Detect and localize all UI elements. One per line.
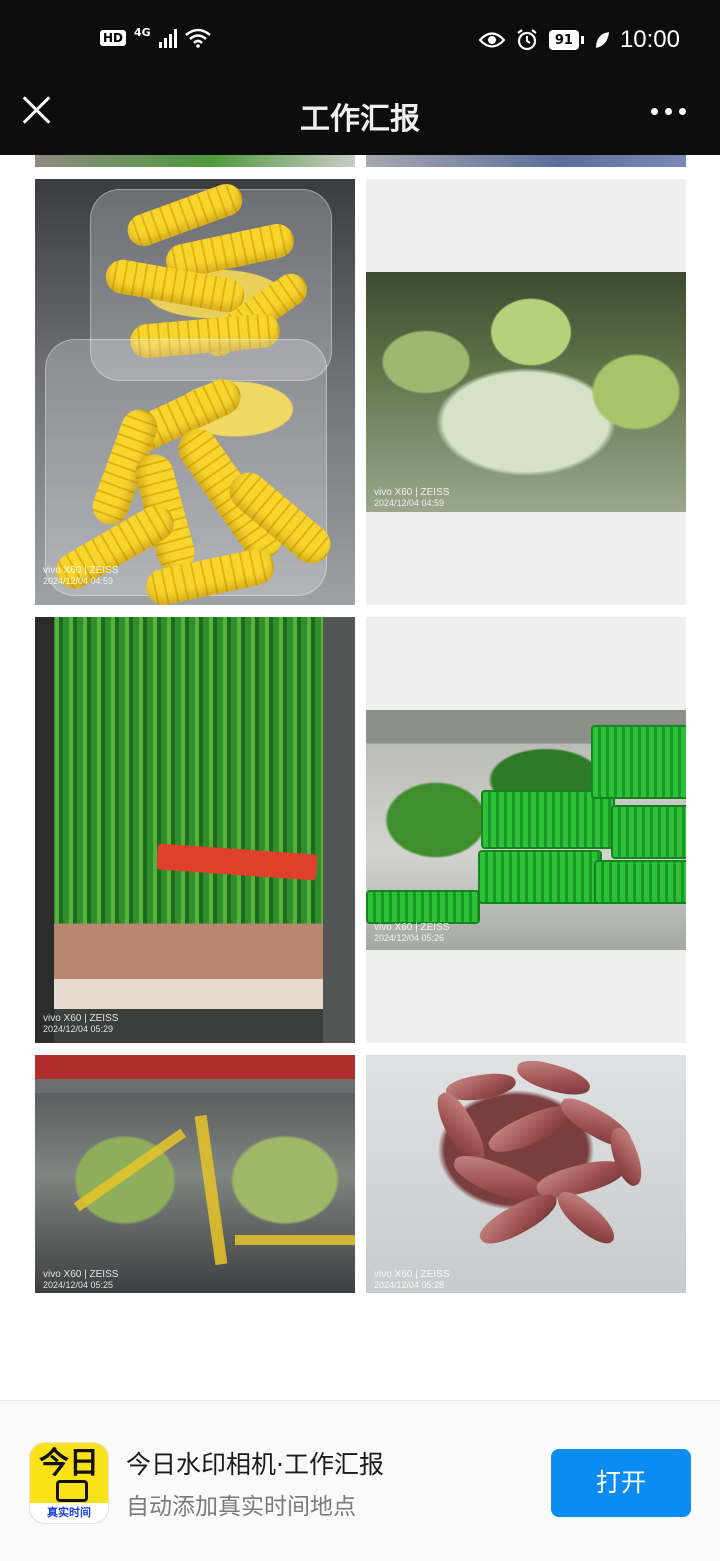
photo-bok-choy[interactable]: vivo X60 | ZEISS 2024/12/04 05:25: [35, 1055, 355, 1293]
basket: [478, 850, 602, 904]
status-right: 91 10:00: [478, 26, 680, 54]
header: 工作汇报: [0, 80, 720, 144]
photo-watermark: vivo X60 | ZEISS 2024/12/04 05:29: [43, 1013, 119, 1034]
more-icon[interactable]: [651, 108, 686, 115]
photo-watermark: vivo X60 | ZEISS 2024/12/04 05:26: [374, 922, 450, 943]
photo-leafy-greens[interactable]: vivo X60 | ZEISS 2024/12/04 05:26: [366, 617, 686, 1043]
packing-tape: [73, 1128, 187, 1212]
status-bar: HD 4G 91 10:00: [0, 22, 720, 62]
app-description: 自动添加真实时间地点: [126, 1494, 356, 1520]
battery-indicator: 91: [548, 30, 584, 50]
app-icon-text: 今日: [39, 1446, 99, 1481]
sweet-potato: [513, 1055, 594, 1101]
photo-sweet-potatoes[interactable]: vivo X60 | ZEISS 2024/12/04 05:28: [366, 1055, 686, 1293]
camera-icon: [56, 1480, 88, 1502]
photo-corn[interactable]: vivo X60 | ZEISS 2024/12/04 04:59: [35, 179, 355, 605]
photo-watermark: vivo X60 | ZEISS 2024/12/04 05:28: [374, 1269, 450, 1290]
basket: [611, 805, 686, 859]
clock: 10:00: [619, 26, 680, 53]
eye-icon: [478, 32, 505, 48]
open-button[interactable]: 打开: [551, 1449, 691, 1517]
photo-watermark: vivo X60 | ZEISS 2024/12/04 04:59: [43, 565, 119, 586]
battery-tip: [580, 36, 584, 44]
photo-watermark: vivo X60 | ZEISS 2024/12/04 05:25: [43, 1269, 119, 1290]
photo-background: [35, 617, 355, 1043]
basket: [591, 725, 686, 799]
app-icon[interactable]: 今日 真实时间: [29, 1442, 109, 1524]
lettuce-image: vivo X60 | ZEISS 2024/12/04 04:59: [366, 272, 686, 512]
page-title: 工作汇报: [300, 102, 420, 137]
leaf-icon: [595, 32, 609, 48]
network-label: 4G: [134, 25, 151, 39]
wifi-icon: [184, 28, 211, 48]
hd-badge: HD: [100, 30, 127, 46]
status-left: HD 4G: [100, 25, 211, 48]
alarm-icon: [517, 29, 537, 51]
greens-image: vivo X60 | ZEISS 2024/12/04 05:26: [366, 710, 686, 950]
sweet-potato: [550, 1185, 622, 1251]
packing-tape: [194, 1114, 228, 1266]
top-bar: HD 4G 91 10:00 工作汇报: [0, 0, 720, 155]
signal-icon: [158, 28, 177, 48]
app-promo-banner: 今日 真实时间 今日水印相机·工作汇报 自动添加真实时间地点 打开: [0, 1400, 720, 1561]
photo-lettuce[interactable]: vivo X60 | ZEISS 2024/12/04 04:59: [366, 179, 686, 605]
app-icon-strip: 真实时间: [30, 1503, 108, 1523]
basket: [366, 890, 480, 924]
battery-level: 91: [548, 30, 579, 50]
photo-thumbnail-partial[interactable]: [366, 155, 686, 167]
app-name: 今日水印相机·工作汇报: [126, 1450, 384, 1479]
basket: [594, 860, 686, 904]
photo-scallions[interactable]: vivo X60 | ZEISS 2024/12/04 05:29: [35, 617, 355, 1043]
photo-thumbnail-partial[interactable]: [35, 155, 355, 167]
packing-tape: [235, 1235, 355, 1245]
photo-watermark: vivo X60 | ZEISS 2024/12/04 04:59: [374, 487, 450, 508]
